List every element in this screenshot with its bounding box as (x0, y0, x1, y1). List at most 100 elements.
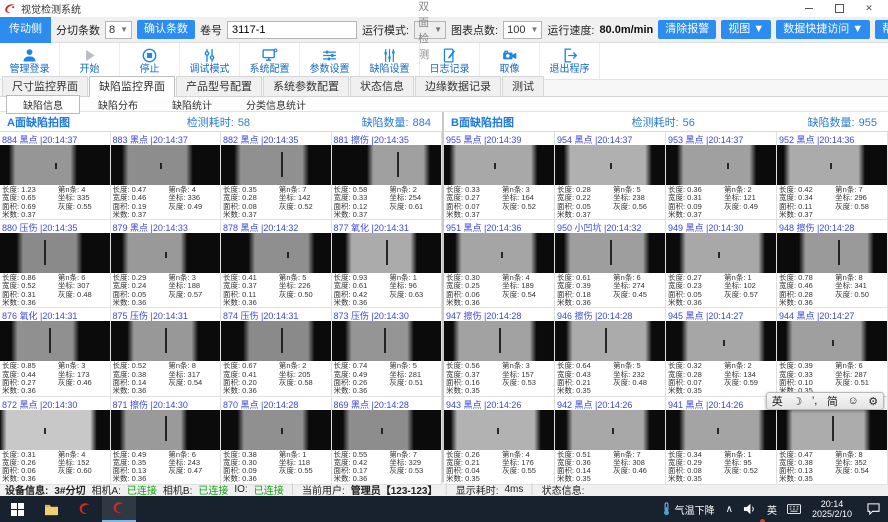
clear-alarm-button[interactable]: 清除报警 (658, 20, 716, 39)
tab-main-5[interactable]: 边缘数据记录 (415, 76, 501, 96)
defect-cell-869[interactable]: 869 黑点 |20:14:28长度: 0.55宽度: 0.42面积: 0.17… (332, 397, 443, 485)
start-button[interactable] (0, 496, 34, 522)
defect-cell-945[interactable]: 945 黑点 |20:14:27长度: 0.32宽度: 0.28面积: 0.07… (666, 308, 777, 396)
defect-cell-946[interactable]: 946 擦伤 |20:14:28长度: 0.64宽度: 0.43面积: 0.21… (555, 308, 666, 396)
defect-image[interactable] (555, 233, 665, 273)
defect-image[interactable] (332, 145, 442, 185)
defect-cell-882[interactable]: 882 黑点 |20:14:35长度: 0.35宽度: 0.28面积: 0.08… (221, 132, 332, 220)
defect-cell-949[interactable]: 949 黑点 |20:14:30长度: 0.27宽度: 0.23面积: 0.05… (666, 220, 777, 308)
tab-main-1[interactable]: 缺陷监控界面 (89, 76, 175, 97)
defect-cell-875[interactable]: 875 压伤 |20:14:31长度: 0.52宽度: 0.38面积: 0.14… (111, 308, 222, 396)
defect-image[interactable] (111, 321, 221, 361)
defect-image[interactable] (666, 410, 776, 450)
tab-main-4[interactable]: 状态信息 (350, 76, 414, 96)
defect-cell-872[interactable]: 872 黑点 |20:14:30长度: 0.31宽度: 0.26面积: 0.06… (0, 397, 111, 485)
defect-cell-954[interactable]: 954 黑点 |20:14:37长度: 0.28宽度: 0.22面积: 0.05… (555, 132, 666, 220)
points-select[interactable]: 100 ▼ (503, 21, 542, 39)
ime-indicator[interactable]: 英 (762, 502, 782, 517)
defect-cell-952[interactable]: 952 黑点 |20:14:36长度: 0.42宽度: 0.34面积: 0.11… (777, 132, 888, 220)
defect-cell-879[interactable]: 879 黑点 |20:14:33长度: 0.29宽度: 0.24面积: 0.05… (111, 220, 222, 308)
start-button[interactable]: 开始 (60, 43, 120, 79)
defect-image[interactable] (777, 233, 887, 273)
mode-select[interactable]: 双面检测 ▼ (414, 21, 446, 39)
defect-cell-880[interactable]: 880 压伤 |20:14:35长度: 0.86宽度: 0.52面积: 0.31… (0, 220, 111, 308)
defect-image[interactable] (777, 145, 887, 185)
stop-button[interactable]: 停止 (120, 43, 180, 79)
defect-image[interactable] (555, 321, 665, 361)
defect-image[interactable] (332, 410, 442, 450)
help-menu-button[interactable]: 帮助 ▼ (875, 20, 888, 39)
roll-number-input[interactable] (227, 21, 357, 39)
quick-access-menu-button[interactable]: 数据快捷访问 ▼ (776, 20, 870, 39)
defect-image[interactable] (111, 145, 221, 185)
volume-button[interactable] (738, 496, 762, 522)
defect-image[interactable] (0, 321, 110, 361)
view-menu-button[interactable]: 视图 ▼ (721, 20, 771, 39)
defect-image[interactable] (777, 321, 887, 361)
defect-image[interactable] (221, 145, 331, 185)
defect-image[interactable] (221, 410, 331, 450)
defect-image[interactable] (0, 410, 110, 450)
ime-lang-toggle[interactable]: 英 (772, 393, 783, 409)
admin-login-button[interactable]: 管理登录 (0, 43, 60, 79)
hidden-icons-chevron[interactable]: ∧ (721, 504, 738, 515)
defect-image[interactable] (444, 145, 554, 185)
defect-cell-951[interactable]: 951 黑点 |20:14:36长度: 0.30宽度: 0.25面积: 0.06… (444, 220, 555, 308)
close-button[interactable] (854, 1, 884, 16)
touch-keyboard-button[interactable] (782, 496, 806, 522)
defect-cell-948[interactable]: 948 擦伤 |20:14:28长度: 0.78宽度: 0.46面积: 0.28… (777, 220, 888, 308)
defect-image[interactable] (332, 321, 442, 361)
defect-image[interactable] (221, 321, 331, 361)
defect-cell-870[interactable]: 870 黑点 |20:14:28长度: 0.38宽度: 0.30面积: 0.09… (221, 397, 332, 485)
defect-cell-876[interactable]: 876 氧化 |20:14:31长度: 0.85宽度: 0.44面积: 0.27… (0, 308, 111, 396)
defect-cell-874[interactable]: 874 压伤 |20:14:31长度: 0.67宽度: 0.41面积: 0.20… (221, 308, 332, 396)
defect-cell-941[interactable]: 941 黑点 |20:14:26长度: 0.34宽度: 0.29面积: 0.08… (666, 397, 777, 485)
defect-image[interactable] (444, 233, 554, 273)
defect-image[interactable] (666, 321, 776, 361)
strips-select[interactable]: 8 ▼ (105, 21, 132, 39)
maximize-button[interactable] (824, 1, 854, 16)
defect-image[interactable] (0, 233, 110, 273)
defect-cell-871[interactable]: 871 擦伤 |20:14:30长度: 0.49宽度: 0.35面积: 0.13… (111, 397, 222, 485)
clock[interactable]: 20:14 2025/2/10 (806, 499, 858, 519)
tab-sub-3[interactable]: 分类信息统计 (230, 96, 322, 113)
ime-simplified-toggle[interactable]: 简 (827, 393, 838, 409)
action-center-button[interactable] (858, 496, 888, 522)
defect-image[interactable] (111, 410, 221, 450)
weather-widget[interactable]: 气温下降 (656, 502, 721, 517)
minimize-button[interactable] (794, 1, 824, 16)
drive-side-button[interactable]: 传动侧 (0, 17, 51, 43)
defect-image[interactable] (0, 145, 110, 185)
defect-image[interactable] (666, 233, 776, 273)
ime-punctuation-toggle[interactable]: ’, (812, 395, 818, 407)
tab-main-2[interactable]: 产品型号配置 (176, 76, 262, 96)
defect-image[interactable] (666, 145, 776, 185)
defect-cell-873[interactable]: 873 压伤 |20:14:30长度: 0.74宽度: 0.49面积: 0.26… (332, 308, 443, 396)
defect-image[interactable] (111, 233, 221, 273)
parameter-settings-button[interactable]: 参数设置 (300, 43, 360, 79)
defect-cell-884[interactable]: 884 黑点 |20:14:37长度: 1.23宽度: 0.65面积: 0.69… (0, 132, 111, 220)
ime-settings-gear-icon[interactable]: ⚙ (868, 395, 878, 408)
tab-main-3[interactable]: 系统参数配置 (263, 76, 349, 96)
defect-image[interactable] (444, 321, 554, 361)
defect-cell-942[interactable]: 942 黑点 |20:14:26长度: 0.51宽度: 0.36面积: 0.14… (555, 397, 666, 485)
defect-settings-button[interactable]: 缺陷设置 (360, 43, 420, 79)
defect-cell-881[interactable]: 881 擦伤 |20:14:35长度: 0.58宽度: 0.33面积: 0.12… (332, 132, 443, 220)
exit-program-button[interactable]: 退出程序 (540, 43, 600, 79)
system-config-button[interactable]: 系统配置 (240, 43, 300, 79)
capture-image-button[interactable]: 取像 (480, 43, 540, 79)
defect-cell-944[interactable]: 944 黑点 |20:14:27长度: 0.39宽度: 0.33面积: 0.10… (777, 308, 888, 396)
defect-cell-943[interactable]: 943 黑点 |20:14:26长度: 0.26宽度: 0.21面积: 0.04… (444, 397, 555, 485)
defect-cell-950[interactable]: 950 小凹坑 |20:14:32长度: 0.61宽度: 0.39面积: 0.1… (555, 220, 666, 308)
defect-cell-877[interactable]: 877 氧化 |20:14:31长度: 0.93宽度: 0.61面积: 0.42… (332, 220, 443, 308)
defect-image[interactable] (777, 410, 887, 450)
defect-cell-955[interactable]: 955 黑点 |20:14:39长度: 0.33宽度: 0.27面积: 0.07… (444, 132, 555, 220)
file-explorer-button[interactable] (34, 496, 68, 522)
defect-cell-883[interactable]: 883 黑点 |20:14:37长度: 0.47宽度: 0.46面积: 0.19… (111, 132, 222, 220)
tab-main-6[interactable]: 测试 (502, 76, 544, 96)
log-records-button[interactable]: 日志记录 (420, 43, 480, 79)
tab-sub-2[interactable]: 缺陷统计 (156, 96, 228, 113)
ime-halfwidth-moon-icon[interactable]: ☽ (792, 395, 802, 408)
defect-image[interactable] (221, 233, 331, 273)
defect-image[interactable] (332, 233, 442, 273)
